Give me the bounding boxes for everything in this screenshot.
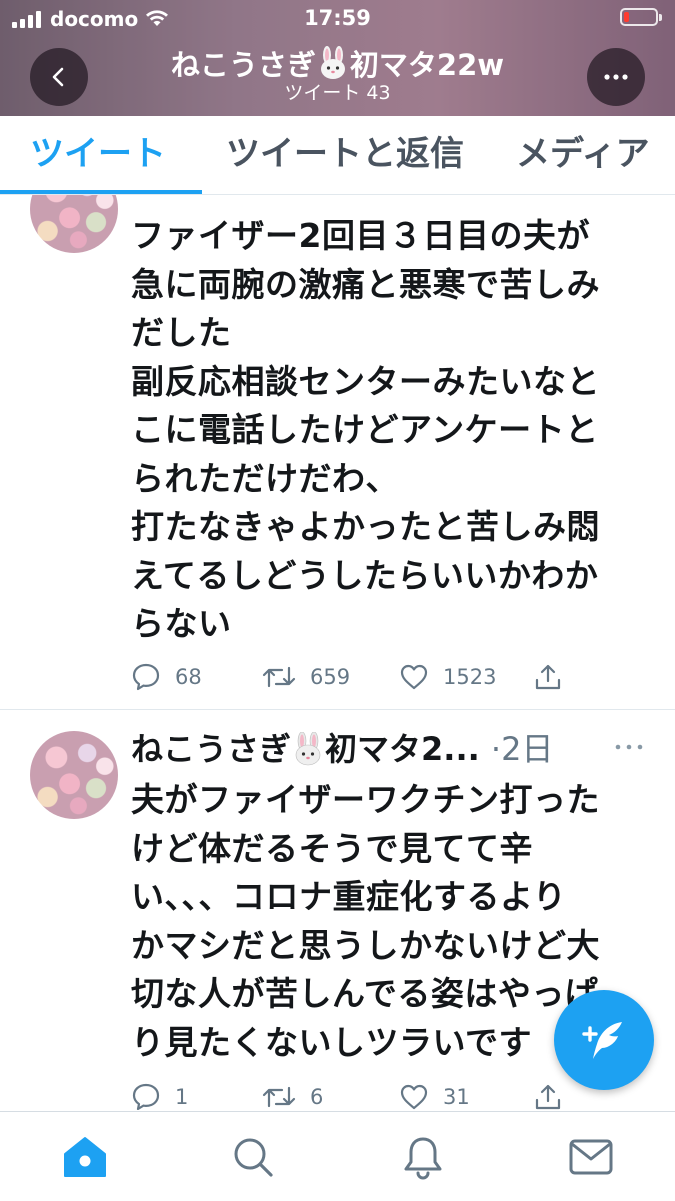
bottom-tab-bar (0, 1111, 675, 1201)
tweet-header: ねこうさぎ 初マタ2... ·2日 (131, 727, 553, 771)
avatar[interactable] (30, 731, 118, 819)
tweet-divider (0, 709, 675, 710)
heart-icon (400, 664, 428, 690)
clock: 17:59 (304, 6, 371, 30)
more-button[interactable] (587, 48, 645, 106)
home-icon (64, 1137, 106, 1177)
author-name: ねこうさぎ (131, 730, 292, 768)
share-button[interactable] (533, 1079, 563, 1110)
more-horizontal-icon (604, 74, 628, 80)
like-button[interactable]: 31 (399, 1079, 470, 1110)
reply-icon (132, 663, 160, 691)
tab-tweets[interactable]: ツイート (30, 116, 166, 194)
more-horizontal-icon[interactable] (614, 743, 644, 751)
search-tab[interactable] (228, 1132, 278, 1182)
tweet-text: ファイザー2回目３日目の夫が 急に両腕の激痛と悪寒で苦しみ だした 副反応相談セ… (131, 216, 600, 643)
tweet-time: ·2日 (490, 730, 554, 768)
messages-icon (569, 1139, 613, 1175)
share-icon (535, 664, 561, 690)
notifications-icon (404, 1137, 442, 1180)
heart-icon (400, 1084, 428, 1110)
home-tab[interactable] (60, 1132, 110, 1182)
tweet-feed[interactable]: ファイザー2回目３日目の夫が 急に両腕の激痛と悪寒で苦しみ だした 副反応相談セ… (0, 195, 675, 1110)
retweet-button[interactable]: 659 (262, 659, 350, 695)
reply-button[interactable]: 1 (131, 1079, 188, 1110)
share-icon (535, 1084, 561, 1110)
search-icon (234, 1138, 273, 1177)
tab-media[interactable]: メディア (516, 116, 650, 194)
battery-icon (620, 8, 662, 26)
avatar[interactable] (30, 195, 118, 253)
rabbit-icon (320, 46, 345, 79)
profile-tabs: ツイート ツイートと返信 メディア (0, 116, 675, 195)
rabbit-icon (295, 732, 321, 766)
retweet-icon (262, 1086, 296, 1108)
compose-tweet-button[interactable] (554, 990, 654, 1090)
profile-header: docomo 17:59 ねこうさぎ 初マタ22w ツイート 43 (0, 0, 675, 116)
author-name-suffix: 初マタ2... (325, 730, 480, 768)
page-title: ねこうさぎ 初マタ22w (170, 46, 505, 82)
tweet-actions: 68 659 1523 (131, 659, 591, 695)
share-button[interactable] (533, 659, 563, 695)
retweet-icon (262, 666, 296, 688)
tweet-actions: 1 6 31 (131, 1079, 591, 1110)
messages-tab[interactable] (566, 1132, 616, 1182)
reply-button[interactable]: 68 (131, 659, 202, 695)
status-bar: docomo 17:59 (0, 0, 675, 38)
like-button[interactable]: 1523 (399, 659, 496, 695)
tweet-count: ツイート 43 (284, 82, 391, 104)
reply-icon (132, 1083, 160, 1110)
retweet-button[interactable]: 6 (262, 1079, 323, 1110)
compose-feather-icon (582, 1022, 622, 1059)
active-tab-indicator (0, 190, 202, 194)
tab-tweets-and-replies[interactable]: ツイートと返信 (226, 116, 464, 194)
notifications-tab[interactable] (398, 1132, 448, 1182)
